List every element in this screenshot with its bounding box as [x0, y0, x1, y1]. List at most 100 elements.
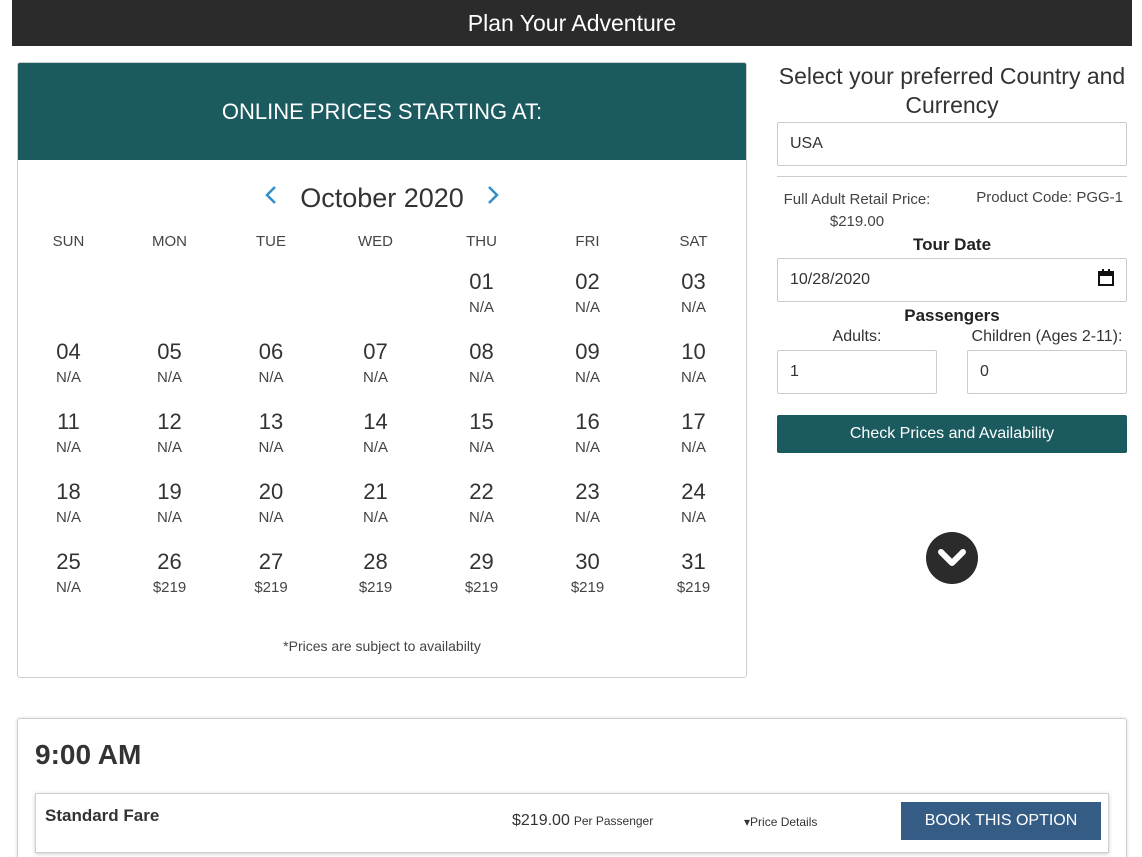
day-price: N/A: [362, 369, 388, 386]
day-price: N/A: [258, 369, 284, 386]
adults-input[interactable]: 1: [777, 350, 937, 394]
day-price: N/A: [680, 299, 706, 316]
calendar-day[interactable]: 22 N/A: [429, 478, 534, 548]
calendar-day[interactable]: 19 N/A: [119, 478, 220, 548]
calendar-day[interactable]: 13 N/A: [220, 408, 322, 478]
day-price: N/A: [55, 439, 81, 456]
calendar-day[interactable]: 25 N/A: [18, 548, 119, 618]
calendar-day[interactable]: 18 N/A: [18, 478, 119, 548]
children-group: Children (Ages 2-11): 0: [967, 328, 1127, 394]
calendar-icon[interactable]: [1098, 269, 1114, 291]
calendar-day[interactable]: 05 N/A: [119, 338, 220, 408]
price-details-toggle[interactable]: ▾Price Details: [744, 815, 817, 829]
day-number: 04: [56, 339, 81, 364]
weekday-label: SUN: [52, 233, 85, 250]
day-number: 08: [469, 339, 494, 364]
check-prices-button[interactable]: Check Prices and Availability: [777, 415, 1127, 453]
day-price: N/A: [362, 509, 388, 526]
calendar-day[interactable]: 26 $219: [119, 548, 220, 618]
passengers-label: Passengers: [904, 306, 1000, 325]
day-number: 30: [575, 549, 600, 574]
calendar-day[interactable]: 27 $219: [220, 548, 322, 618]
day-number: 17: [681, 409, 706, 434]
day-number: 25: [56, 549, 81, 574]
day-number: 22: [469, 479, 494, 504]
day-number: 09: [575, 339, 600, 364]
day-price: N/A: [680, 369, 706, 386]
day-number: 06: [258, 339, 284, 364]
calendar-day[interactable]: 06 N/A: [220, 338, 322, 408]
calendar-day[interactable]: 23 N/A: [534, 478, 641, 548]
day-number: 12: [157, 409, 182, 434]
calendar-day[interactable]: 28 $219: [322, 548, 429, 618]
day-number: 03: [681, 269, 706, 294]
day-price: N/A: [574, 299, 600, 316]
tour-date-label: Tour Date: [912, 235, 992, 254]
day-price: N/A: [680, 439, 706, 456]
price-details-label: Price Details: [750, 815, 818, 829]
day-number: 28: [363, 549, 388, 574]
adults-value: 1: [790, 363, 799, 380]
departure-time-panel: 9:00 AM Standard Fare $219.00 Per Passeng…: [17, 718, 1127, 857]
month-title: October 2020: [300, 182, 464, 213]
adults-group: Adults: 1: [777, 328, 937, 394]
day-number: 19: [157, 479, 182, 504]
day-number: 10: [681, 339, 706, 364]
fare-price-group: $219.00 Per Passenger: [512, 812, 653, 830]
children-input[interactable]: 0: [967, 350, 1127, 394]
passenger-inputs: Adults: 1 Children (Ages 2-11): 0: [777, 328, 1127, 394]
chevron-left-icon[interactable]: [254, 183, 288, 213]
calendar-empty-cell: [322, 268, 429, 338]
day-number: 29: [469, 549, 494, 574]
booking-form: Select your preferred Country and Curren…: [777, 62, 1127, 453]
weekday-label: THU: [466, 233, 497, 250]
day-number: 26: [157, 549, 182, 574]
page-header: Plan Your Adventure: [12, 0, 1132, 46]
calendar-day[interactable]: 21 N/A: [322, 478, 429, 548]
calendar-day[interactable]: 16 N/A: [534, 408, 641, 478]
calendar-day[interactable]: 30 $219: [534, 548, 641, 618]
calendar-day[interactable]: 24 N/A: [641, 478, 746, 548]
calendar-day[interactable]: 02 N/A: [534, 268, 641, 338]
month-navigation: October 2020: [18, 178, 746, 218]
book-option-button[interactable]: BOOK THIS OPTION: [901, 802, 1101, 840]
calendar-day[interactable]: 15 N/A: [429, 408, 534, 478]
calendar-day[interactable]: 08 N/A: [429, 338, 534, 408]
chevron-right-icon[interactable]: [476, 183, 510, 213]
calendar-empty-cell: [220, 268, 322, 338]
departure-time: 9:00 AM: [35, 739, 142, 770]
calendar-day[interactable]: 01 N/A: [429, 268, 534, 338]
retail-price-value: $219.00: [829, 213, 885, 230]
retail-price: Full Adult Retail Price: $219.00: [777, 189, 937, 233]
product-code: Product Code: PGG-1: [976, 189, 1123, 206]
calendar-day[interactable]: 14 N/A: [322, 408, 429, 478]
calendar-day[interactable]: 07 N/A: [322, 338, 429, 408]
day-price: N/A: [468, 369, 494, 386]
fare-per-label: Per Passenger: [573, 814, 654, 828]
day-price: $219: [152, 579, 187, 596]
day-price: $219: [358, 579, 393, 596]
calendar-day[interactable]: 20 N/A: [220, 478, 322, 548]
calendar-day[interactable]: 31 $219: [641, 548, 746, 618]
weekday-label: FRI: [575, 233, 600, 250]
calendar-day[interactable]: 11 N/A: [18, 408, 119, 478]
weekday-header: SUN MON TUE WED THU FRI SAT: [18, 233, 746, 250]
calendar-day[interactable]: 09 N/A: [534, 338, 641, 408]
calendar-day[interactable]: 03 N/A: [641, 268, 746, 338]
day-price: N/A: [55, 579, 81, 596]
day-number: 15: [469, 409, 494, 434]
calendar-day[interactable]: 04 N/A: [18, 338, 119, 408]
day-price: N/A: [468, 299, 494, 316]
tour-date-input[interactable]: 10/28/2020: [777, 258, 1127, 302]
calendar-day[interactable]: 10 N/A: [641, 338, 746, 408]
country-select[interactable]: USA: [777, 122, 1127, 166]
children-label: Children (Ages 2-11):: [971, 328, 1123, 345]
calendar-day[interactable]: 29 $219: [429, 548, 534, 618]
day-price: $219: [676, 579, 711, 596]
calendar-day[interactable]: 12 N/A: [119, 408, 220, 478]
chevron-down-circle-icon[interactable]: [926, 532, 978, 584]
day-price: N/A: [258, 439, 284, 456]
calendar-day[interactable]: 17 N/A: [641, 408, 746, 478]
day-price: N/A: [55, 369, 81, 386]
day-number: 21: [363, 479, 388, 504]
